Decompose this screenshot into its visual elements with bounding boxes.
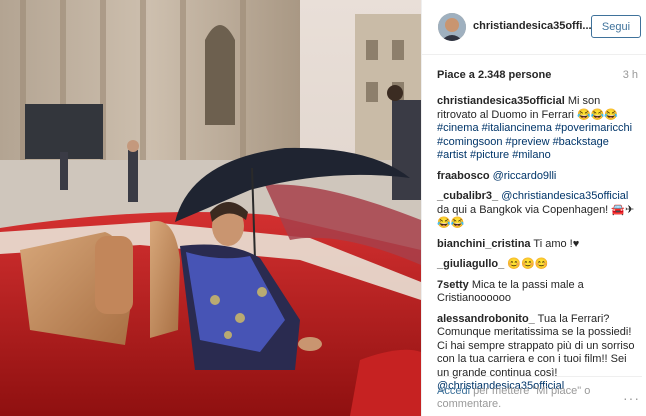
comment-item: bianchini_cristina Ti amo !♥ <box>437 238 637 252</box>
post-header: christiandesica35offi... Segui <box>422 0 646 55</box>
comment-user[interactable]: 7setty <box>437 279 469 291</box>
avatar[interactable] <box>438 13 466 41</box>
comment-item: _giuliagullo_ 😊😊😊 <box>437 258 637 272</box>
comment-text: 😊😊😊 <box>504 258 549 270</box>
comment-item: _cubalibr3_ @christiandesica35official d… <box>437 190 637 231</box>
photo-illustration <box>0 0 421 416</box>
post-sidebar: christiandesica35offi... Segui Piace a 2… <box>421 0 646 416</box>
comment-user[interactable]: christiandesica35official <box>437 95 565 107</box>
comment-user[interactable]: bianchini_cristina <box>437 238 531 250</box>
comment-text: Ti amo !♥ <box>530 237 580 250</box>
login-link[interactable]: Accedi <box>437 385 470 397</box>
comment-item: fraabosco @riccardo9lli <box>437 170 637 184</box>
comment-text-after: da qui a Bangkok via Copenhagen! 🚘✈😂😂 <box>437 203 635 230</box>
comment-user[interactable]: _cubalibr3_ <box>437 190 498 202</box>
comment-user[interactable]: alessandrobonito_ <box>437 313 535 325</box>
more-options-icon[interactable]: ··· <box>623 390 640 406</box>
avatar-image <box>438 13 466 41</box>
login-prompt: Accedi per mettere "Mi piace" o commenta… <box>437 376 642 411</box>
likes-count[interactable]: Piace a 2.348 persone <box>437 69 638 81</box>
comment-item: 7setty Mica te la passi male a Cristiano… <box>437 279 637 306</box>
comment-hashtags[interactable]: #cinema #italiancinema #poverimaricchi #… <box>437 122 632 161</box>
follow-button[interactable]: Segui <box>591 15 641 38</box>
comment-list: christiandesica35official Mi son ritrova… <box>437 95 637 401</box>
username[interactable]: christiandesica35offi... <box>473 20 591 32</box>
comment-user[interactable]: fraabosco <box>437 170 490 182</box>
comment-user[interactable]: _giuliagullo_ <box>437 258 504 270</box>
post-time: 3 h <box>622 69 638 81</box>
post-photo <box>0 0 421 416</box>
comment-item: christiandesica35official Mi son ritrova… <box>437 95 637 163</box>
comment-mention[interactable]: @riccardo9lli <box>493 170 557 182</box>
comment-mention[interactable]: @christiandesica35official <box>501 190 628 202</box>
